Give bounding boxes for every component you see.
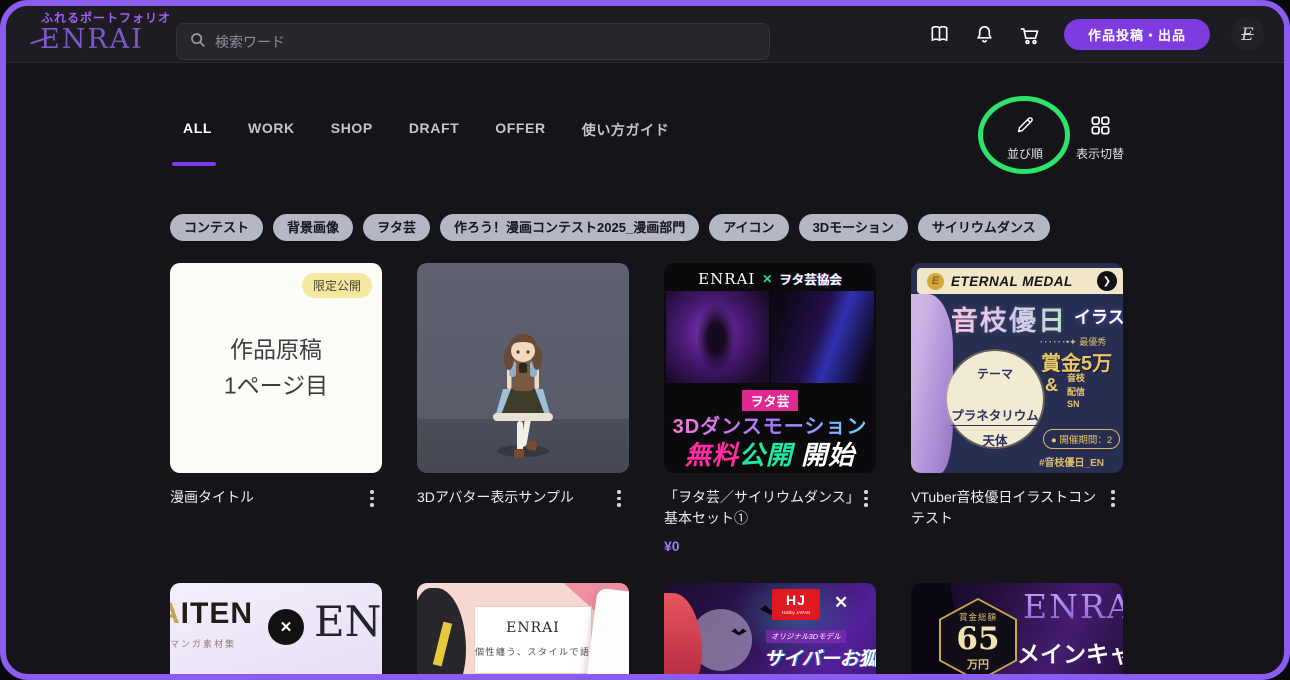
brand-slogan: 個性纏う、スタイルで語る (475, 647, 602, 657)
cross-icon: ✕ (834, 593, 849, 612)
app-window: ふれるポートフォリオ ENRAI 検索ワード 作品投稿・出品 E ALL WOR… (0, 0, 1290, 680)
chip-3d-motion[interactable]: 3Dモーション (798, 214, 908, 241)
aiten-logo: AITEN (170, 597, 254, 630)
model-type-chip: オリジナル3Dモデル (766, 630, 846, 643)
sort-label: 並び順 (1006, 147, 1043, 161)
card-title[interactable]: VTuber音枝優日イラストコンテスト (911, 487, 1103, 529)
eternal-medal-band: E ETERNAL MEDAL ❯ (917, 268, 1123, 294)
card-main-chara-thumbnail[interactable]: 賞金総額 65 万円 ENRA メインキャラ デザインコン (911, 583, 1123, 674)
chip-manga-contest[interactable]: 作ろう！漫画コンテスト2025_漫画部門 (440, 214, 700, 241)
wotagei-photos (666, 291, 874, 383)
cart-icon[interactable] (1015, 20, 1045, 50)
enrai-logo-small: ENRAI (698, 269, 756, 288)
photo-right (771, 291, 874, 383)
sort-button[interactable]: 並び順 (990, 112, 1060, 162)
view-toggle-label: 表示切替 (1075, 147, 1124, 161)
cross-icon: ✕ (268, 609, 304, 645)
card-style-thumbnail[interactable]: ENRAI 個性纏う、スタイルで語る (417, 583, 629, 674)
card-title-row: 3Dアバター表示サンプル (417, 487, 629, 508)
vtuber-name: 音枝優日 (951, 299, 1067, 338)
chip-cyalume-dance[interactable]: サイリウムダンス (917, 214, 1050, 241)
character-left-illustration (417, 588, 466, 674)
wotagei-tag-row: ヲタ芸 (664, 390, 876, 411)
search-input[interactable] (215, 33, 757, 50)
chip-wotagei[interactable]: ヲタ芸 (363, 214, 431, 241)
search-bar[interactable] (176, 23, 770, 60)
wotagei-header: ENRAI ✕ ヲタ芸協会 (664, 269, 876, 288)
active-tab-underline (172, 162, 216, 166)
ampersand: & (1045, 375, 1058, 395)
view-toggle-button[interactable]: 表示切替 (1065, 112, 1135, 162)
card-wotagei-set: ENRAI ✕ ヲタ芸協会 ヲタ芸 3Dダンスモーション 無料公開 開始 「ヲタ… (664, 263, 876, 554)
card-aiten-thumbnail[interactable]: AITEN マンガ素材集 ✕ ENR (170, 583, 382, 674)
photo-left (666, 291, 769, 383)
search-icon (189, 31, 206, 53)
card-manga-thumbnail[interactable]: 限定公開 作品原稿 1ページ目 (170, 263, 382, 473)
enrai-logo: ENR (314, 597, 382, 646)
card-title[interactable]: 3Dアバター表示サンプル (417, 487, 609, 508)
user-avatar[interactable]: E (1231, 18, 1264, 51)
header-actions: 作品投稿・出品 E (925, 6, 1264, 63)
submit-work-button[interactable]: 作品投稿・出品 (1063, 19, 1210, 50)
card-price: ¥0 (664, 538, 680, 554)
contest-period: ● 開催期間：2 (1043, 429, 1121, 449)
manga-thumb-text: 作品原稿 1ページ目 (223, 336, 329, 398)
fox-model-headline: サイバーお狐ニン (764, 649, 876, 670)
filter-chips: コンテスト 背景画像 ヲタ芸 作ろう！漫画コンテスト2025_漫画部門 アイコン… (170, 214, 1050, 241)
card-menu-button[interactable] (856, 487, 876, 507)
theme-circle: テーマ プラネタリウム 天体 (947, 351, 1043, 451)
card-title-row: 漫画タイトル (170, 487, 382, 508)
contest-headline-line1: メインキャラ (1017, 641, 1123, 667)
tab-all[interactable]: ALL (183, 120, 212, 140)
card-cyber-fox-thumbnail[interactable]: HJ Hobby JAPAN ✕ オリジナル3Dモデル サイバーお狐ニン (664, 583, 876, 674)
tab-shop[interactable]: SHOP (331, 120, 373, 140)
card-title-row: 「ヲタ芸／サイリウムダンス」基本セット① (664, 487, 876, 529)
card-avatar-thumbnail[interactable] (417, 263, 629, 473)
red-hair-illustration (664, 593, 702, 674)
enrai-logo: ENRA (1023, 587, 1123, 626)
card-grid-row2: AITEN マンガ素材集 ✕ ENR ENRAI 個性纏う、スタイルで語る (170, 583, 1123, 674)
hj-logo-badge: HJ Hobby JAPAN (772, 589, 820, 620)
content-tabs: ALL WORK SHOP DRAFT OFFER 使い方ガイド (183, 120, 669, 140)
guide-book-icon[interactable] (925, 20, 955, 50)
header: ふれるポートフォリオ ENRAI 検索ワード 作品投稿・出品 E (6, 6, 1284, 63)
grid-icon (1065, 112, 1135, 138)
bell-icon[interactable] (970, 20, 1000, 50)
coin-icon: E (927, 272, 944, 290)
brand-panel: ENRAI 個性纏う、スタイルで語る (474, 606, 602, 674)
contest-hashtag: #音枝優日_EN (1039, 458, 1105, 469)
card-manga: 限定公開 作品原稿 1ページ目 漫画タイトル (170, 263, 382, 554)
site-logo[interactable]: ENRAI (40, 26, 144, 53)
card-title[interactable]: 漫画タイトル (170, 487, 362, 508)
contest-category: イラスト (1074, 308, 1123, 327)
chip-background[interactable]: 背景画像 (273, 214, 354, 241)
avatar-figure-illustration (493, 334, 553, 458)
cross-icon: ✕ (762, 271, 773, 286)
chip-icon[interactable]: アイコン (709, 214, 789, 241)
card-3d-avatar: 3Dアバター表示サンプル (417, 263, 629, 554)
card-title-row: VTuber音枝優日イラストコンテスト (911, 487, 1123, 529)
partner-name: ヲタ芸協会 (779, 273, 842, 287)
tab-draft[interactable]: DRAFT (409, 120, 459, 140)
aiten-subtitle: マンガ素材集 (170, 639, 237, 649)
tab-work[interactable]: WORK (248, 120, 295, 140)
card-menu-button[interactable] (362, 487, 382, 507)
enrai-logo: ENRAI (506, 620, 560, 636)
pencil-icon (990, 112, 1060, 138)
wotagei-release-text: 無料公開 開始 (684, 440, 856, 470)
limited-badge: 限定公開 (301, 273, 372, 298)
card-grid-row1: 限定公開 作品原稿 1ページ目 漫画タイトル 3Dアバター表示サンプル ENRA… (170, 263, 1123, 554)
tab-offer[interactable]: OFFER (495, 120, 545, 140)
card-title[interactable]: 「ヲタ芸／サイリウムダンス」基本セット① (664, 487, 856, 529)
arrow-icon: ❯ (1097, 271, 1117, 291)
tab-guide[interactable]: 使い方ガイド (582, 120, 670, 140)
card-menu-button[interactable] (1103, 487, 1123, 507)
wotagei-tag: ヲタ芸 (742, 390, 798, 411)
chip-contest[interactable]: コンテスト (170, 214, 264, 241)
contest-headline-line2: デザインコン (1017, 667, 1123, 674)
card-menu-button[interactable] (609, 487, 629, 507)
card-illust-contest: E ETERNAL MEDAL ❯ 音枝優日 イラスト ･･････•✦ 最優秀… (911, 263, 1123, 554)
card-wotagei-thumbnail[interactable]: ENRAI ✕ ヲタ芸協会 ヲタ芸 3Dダンスモーション 無料公開 開始 (664, 263, 876, 473)
card-contest-thumbnail[interactable]: E ETERNAL MEDAL ❯ 音枝優日 イラスト ･･････•✦ 最優秀… (911, 263, 1123, 473)
